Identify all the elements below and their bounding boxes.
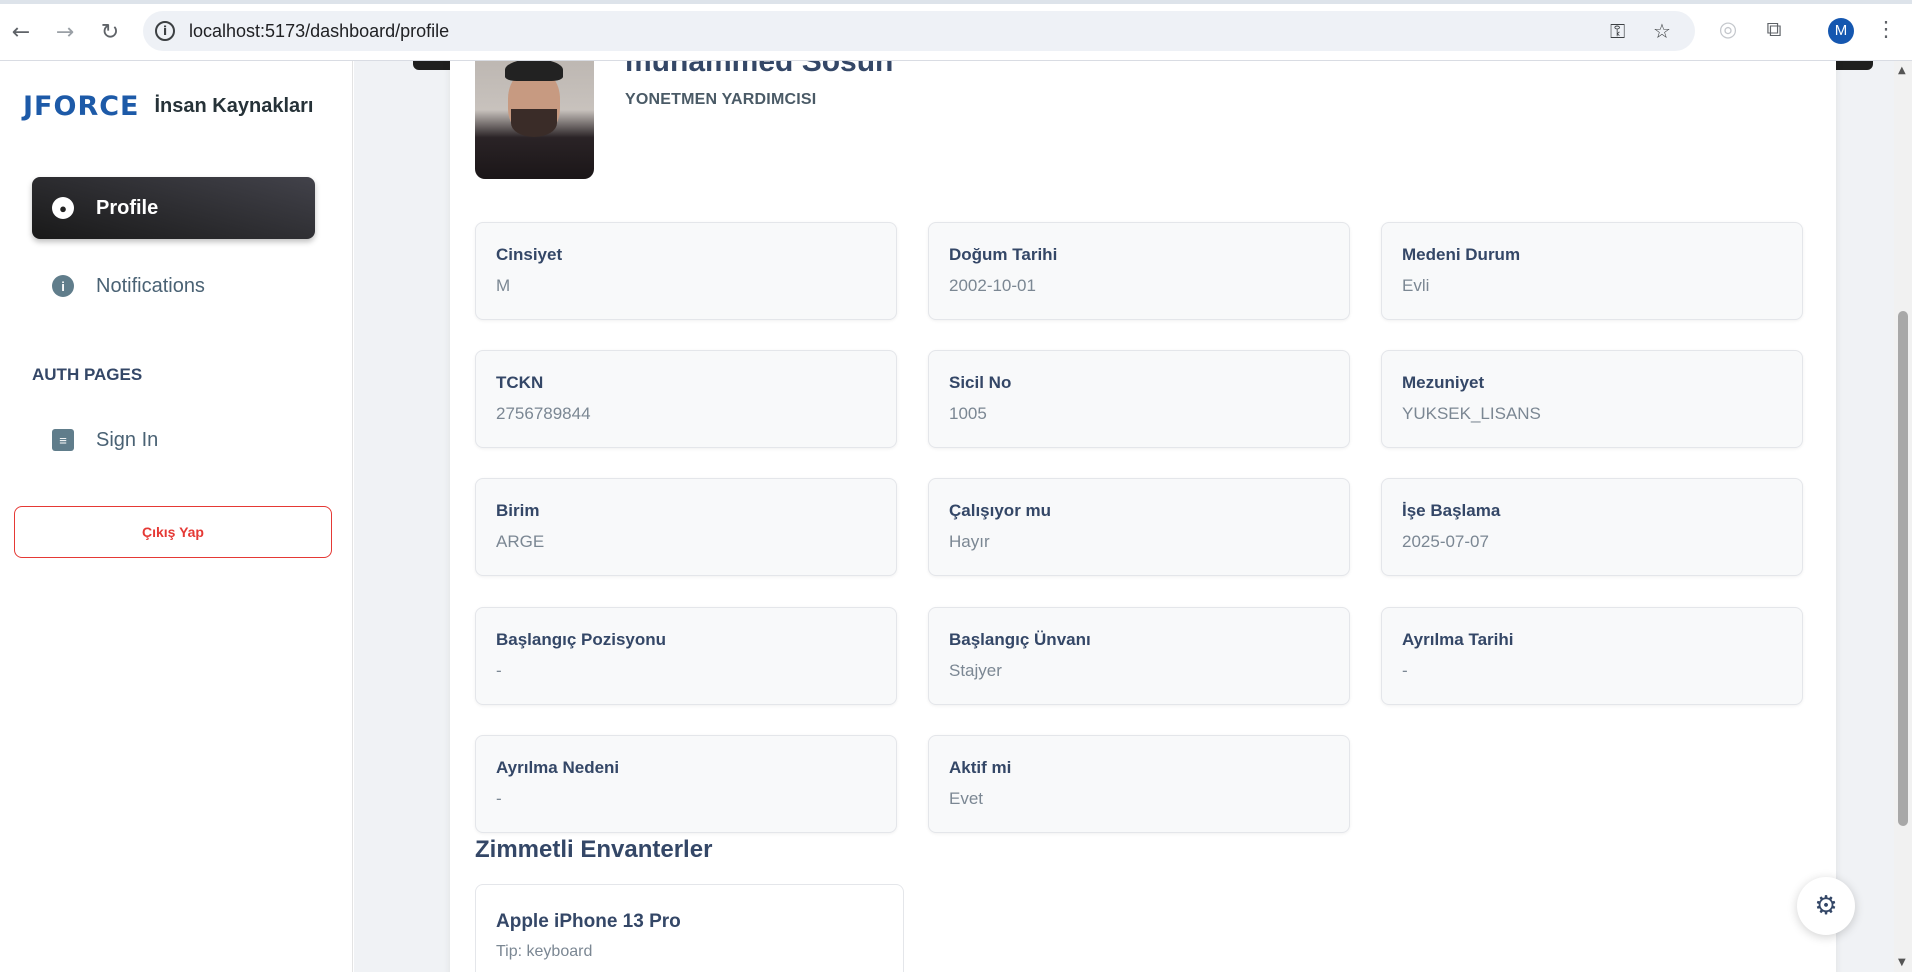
field-ise-baslama: İşe Başlama 2025-07-07 xyxy=(1381,478,1803,576)
profile-name: muhammed Sosun xyxy=(625,61,894,78)
field-tckn: TCKN 2756789844 xyxy=(475,350,897,448)
profile-card: muhammed Sosun YONETMEN YARDIMCISI Cinsi… xyxy=(450,61,1836,972)
profile-photo xyxy=(475,61,594,179)
site-info-icon[interactable]: i xyxy=(155,21,175,41)
field-ayrilma-tarihi: Ayrılma Tarihi - xyxy=(1381,607,1803,705)
sidebar-item-notifications[interactable]: i Notifications xyxy=(32,255,315,317)
logout-button[interactable]: Çıkış Yap xyxy=(14,506,332,558)
extensions-puzzle-icon[interactable]: ⧉ xyxy=(1760,17,1788,45)
field-value: - xyxy=(496,789,502,808)
settings-gear-button[interactable]: ⚙ xyxy=(1797,877,1855,935)
reload-button[interactable]: ↻ xyxy=(93,15,127,49)
field-label: Sicil No xyxy=(949,373,1012,392)
field-value: 1005 xyxy=(949,404,987,423)
user-circle-icon: ● xyxy=(52,197,74,219)
field-value: ARGE xyxy=(496,532,545,551)
arrow-left-icon: ← xyxy=(11,19,31,45)
inventory-card[interactable]: Apple iPhone 13 Pro Tip: keyboard xyxy=(475,884,904,972)
back-button[interactable]: ← xyxy=(4,15,38,49)
scroll-up-icon[interactable]: ▲ xyxy=(1898,65,1906,76)
main-content: muhammed Sosun YONETMEN YARDIMCISI Cinsi… xyxy=(354,61,1894,972)
gear-icon: ⚙ xyxy=(1814,891,1838,921)
field-cinsiyet: Cinsiyet M xyxy=(475,222,897,320)
field-value: 2025-07-07 xyxy=(1402,532,1489,551)
field-label: Ayrılma Tarihi xyxy=(1402,630,1514,649)
browser-toolbar: ← → ↻ i localhost:5173/dashboard/profile… xyxy=(0,0,1912,61)
sidebar-item-label: Sign In xyxy=(96,428,159,451)
sidebar-item-profile[interactable]: ● Profile xyxy=(32,177,315,239)
field-value: 2756789844 xyxy=(496,404,591,423)
server-icon: ≡ xyxy=(52,429,74,451)
logo[interactable]: JFORCE İnsan Kaynakları xyxy=(23,90,314,122)
inventory-item-type: Tip: keyboard xyxy=(496,943,593,960)
field-value: Evet xyxy=(949,789,984,808)
browser-menu-icon[interactable]: ⋮ xyxy=(1872,17,1900,45)
field-label: Başlangıç Ünvanı xyxy=(949,630,1091,649)
url-text[interactable]: localhost:5173/dashboard/profile xyxy=(189,21,449,42)
profile-title: YONETMEN YARDIMCISI xyxy=(625,91,817,108)
sidebar-section-title: AUTH PAGES xyxy=(32,365,143,384)
field-value: - xyxy=(1402,661,1408,680)
field-label: İşe Başlama xyxy=(1402,501,1501,520)
address-bar[interactable]: i localhost:5173/dashboard/profile ⚿ ☆ xyxy=(143,11,1695,51)
sidebar-item-sign-in[interactable]: ≡ Sign In xyxy=(32,409,315,471)
sidebar-item-label: Profile xyxy=(96,196,159,219)
field-label: Mezuniyet xyxy=(1402,373,1485,392)
field-label: Doğum Tarihi xyxy=(949,245,1058,264)
brand-name: İnsan Kaynakları xyxy=(154,94,314,117)
field-label: Başlangıç Pozisyonu xyxy=(496,630,667,649)
field-baslangic-unvani: Başlangıç Ünvanı Stajyer xyxy=(928,607,1350,705)
bookmark-star-icon[interactable]: ☆ xyxy=(1653,19,1671,43)
scroll-down-icon[interactable]: ▼ xyxy=(1898,957,1906,968)
field-medeni-durum: Medeni Durum Evli xyxy=(1381,222,1803,320)
field-value: Hayır xyxy=(949,532,990,551)
field-label: Cinsiyet xyxy=(496,245,563,264)
field-value: Stajyer xyxy=(949,661,1002,680)
field-value: Evli xyxy=(1402,276,1430,295)
field-dogum-tarihi: Doğum Tarihi 2002-10-01 xyxy=(928,222,1350,320)
inventory-section-title: Zimmetli Envanterler xyxy=(475,836,713,863)
field-label: Birim xyxy=(496,501,540,520)
sidebar: JFORCE İnsan Kaynakları ● Profile i Noti… xyxy=(0,61,353,972)
logo-text: JFORCE xyxy=(23,90,140,122)
page-scrollbar[interactable]: ▲ ▼ xyxy=(1894,61,1912,972)
tab-strip xyxy=(0,0,1912,4)
field-birim: Birim ARGE xyxy=(475,478,897,576)
field-value: M xyxy=(496,276,511,295)
field-calisiyor-mu: Çalışıyor mu Hayır xyxy=(928,478,1350,576)
field-label: Aktif mi xyxy=(949,758,1012,777)
field-value: YUKSEK_LISANS xyxy=(1402,404,1541,423)
key-icon[interactable]: ⚿ xyxy=(1610,19,1625,43)
field-label: Ayrılma Nedeni xyxy=(496,758,620,777)
reload-icon: ↻ xyxy=(100,19,120,45)
field-sicil-no: Sicil No 1005 xyxy=(928,350,1350,448)
field-label: Çalışıyor mu xyxy=(949,501,1052,520)
inventory-item-name: Apple iPhone 13 Pro xyxy=(496,911,681,932)
arrow-right-icon: → xyxy=(55,19,75,45)
extension-circle-icon[interactable]: ◎ xyxy=(1714,17,1742,45)
field-value: - xyxy=(496,661,502,680)
field-aktif-mi: Aktif mi Evet xyxy=(928,735,1350,833)
info-icon: i xyxy=(52,275,74,297)
sidebar-item-label: Notifications xyxy=(96,274,205,297)
field-label: Medeni Durum xyxy=(1402,245,1521,264)
field-value: 2002-10-01 xyxy=(949,276,1036,295)
field-baslangic-pozisyonu: Başlangıç Pozisyonu - xyxy=(475,607,897,705)
field-ayrilma-nedeni: Ayrılma Nedeni - xyxy=(475,735,897,833)
field-label: TCKN xyxy=(496,373,544,392)
forward-button[interactable]: → xyxy=(48,15,82,49)
scrollbar-thumb[interactable] xyxy=(1898,311,1908,826)
field-mezuniyet: Mezuniyet YUKSEK_LISANS xyxy=(1381,350,1803,448)
profile-avatar[interactable]: M xyxy=(1828,18,1854,44)
